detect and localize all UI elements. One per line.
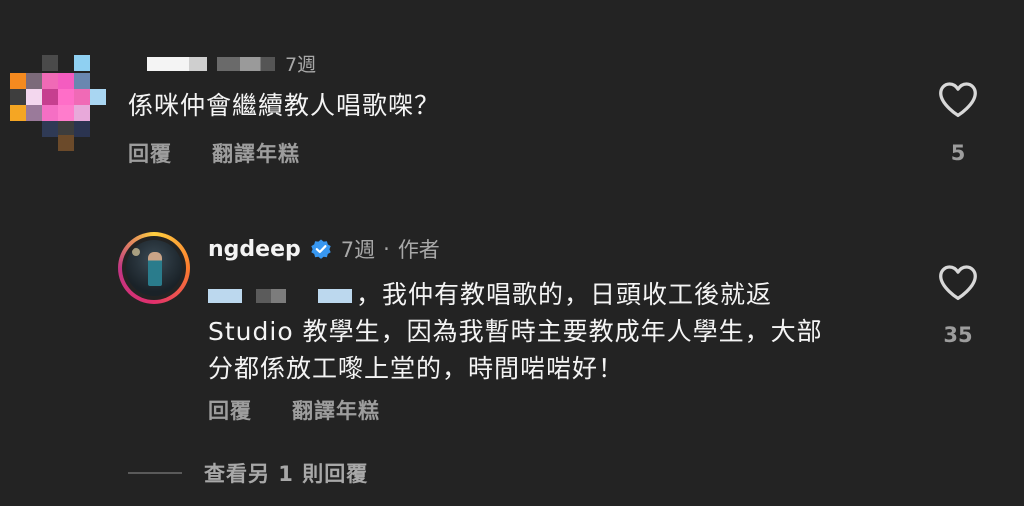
like-heart-icon[interactable] — [937, 80, 979, 118]
reply-text-line-3: 分都係放工嚟上堂的，時間啱啱好！ — [208, 354, 625, 383]
translate-button[interactable]: 翻譯年糕 — [212, 138, 300, 168]
view-more-label[interactable]: 查看另 1 則回覆 — [204, 458, 368, 488]
reply-text-line-1-content: ，我仲有教唱歌的，日頭收工後就返 — [356, 280, 773, 309]
commenter-avatar[interactable] — [10, 55, 106, 151]
reply-text-line-2: Studio 教學生，因為我暫時主要教成年人學生，大部 — [208, 317, 823, 346]
commenter-fullname-redacted — [217, 56, 275, 71]
comment-timestamp: 7週 — [285, 54, 317, 76]
view-more-divider — [128, 472, 182, 474]
meta-separator: · — [383, 237, 390, 261]
reply-mention-redacted[interactable] — [208, 289, 352, 303]
reply-username[interactable]: ngdeep — [208, 237, 301, 262]
view-more-replies[interactable]: 查看另 1 則回覆 — [128, 458, 368, 488]
reply-text-line-1: ，我仲有教唱歌的，日頭收工後就返 — [208, 276, 823, 313]
reply-actions: 回覆 翻譯年糕 — [208, 395, 380, 425]
commenter-username-redacted[interactable] — [147, 56, 207, 71]
reply-text: ，我仲有教唱歌的，日頭收工後就返 Studio 教學生，因為我暫時主要教成年人學… — [208, 276, 823, 387]
reply-header: ngdeep 7週 · 作者 — [208, 234, 440, 264]
reply-button[interactable]: 回覆 — [128, 138, 172, 168]
commenter-name-row: 7週 — [147, 50, 316, 77]
author-label: 作者 — [397, 238, 440, 262]
reply-timestamp: 7週 — [340, 238, 376, 262]
comment-text: 係咪仲會繼續教人唱歌㗎？ — [128, 91, 441, 120]
reply-reply-button[interactable]: 回覆 — [208, 395, 252, 425]
comment-actions: 回覆 翻譯年糕 — [128, 138, 300, 168]
reply-like-count[interactable]: 35 — [928, 323, 988, 347]
reply-translate-button[interactable]: 翻譯年糕 — [292, 395, 380, 425]
reply-author-avatar[interactable] — [118, 232, 190, 304]
reply-like-heart-icon[interactable] — [937, 263, 979, 301]
comment-like-count[interactable]: 5 — [928, 141, 988, 165]
verified-badge-icon — [311, 239, 331, 259]
